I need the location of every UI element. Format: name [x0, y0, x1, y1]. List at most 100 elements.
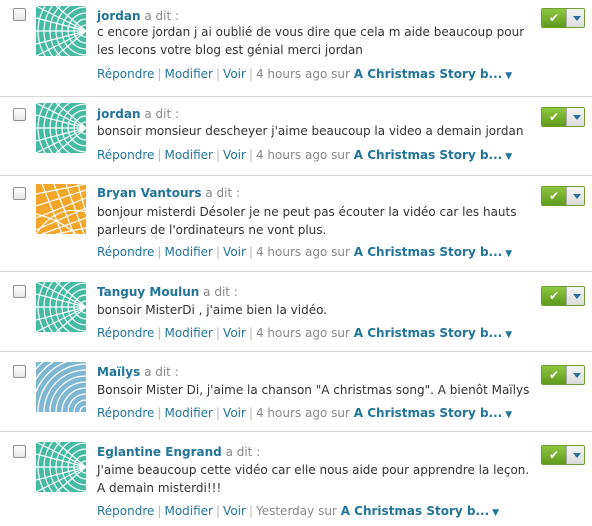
- comment-time: 4 hours ago: [255, 406, 328, 420]
- select-checkbox[interactable]: [13, 445, 26, 458]
- select-checkbox[interactable]: [13, 187, 26, 200]
- view-link[interactable]: Voir: [223, 406, 246, 420]
- select-checkbox[interactable]: [13, 365, 26, 378]
- on-label: sur: [331, 326, 350, 340]
- edit-link[interactable]: Modifier: [164, 406, 213, 420]
- comment-actions: Répondre | Modifier | Voir | Yesterday sur A C…: [97, 503, 499, 521]
- post-menu-chevron-icon[interactable]: ▼: [505, 152, 512, 162]
- approve-check-icon[interactable]: ✔: [542, 446, 566, 464]
- approve-check-icon[interactable]: ✔: [542, 187, 566, 205]
- approve-check-icon[interactable]: ✔: [542, 366, 566, 384]
- comment-time: Yesterday: [255, 504, 315, 518]
- comment-list: jordan a dit : c encore jordan j ai oubl…: [0, 0, 592, 526]
- approve-dropdown-chevron-icon[interactable]: [566, 187, 584, 205]
- view-link[interactable]: Voir: [223, 326, 246, 340]
- separator: |: [216, 245, 221, 259]
- on-label: sur: [331, 406, 350, 420]
- approve-control: ✔: [541, 286, 585, 306]
- post-menu-chevron-icon[interactable]: ▼: [505, 71, 512, 81]
- comment-text: Bonsoir Mister Di, j'aime la chanson "A …: [97, 383, 530, 397]
- comment-header: Maïlys a dit :: [97, 364, 179, 380]
- avatar-teal-pattern-icon[interactable]: [36, 6, 86, 56]
- select-checkbox[interactable]: [13, 8, 26, 21]
- post-link[interactable]: A Christmas Story b...: [354, 67, 502, 81]
- view-link[interactable]: Voir: [223, 67, 246, 81]
- approve-check-icon[interactable]: ✔: [542, 287, 566, 305]
- comment-time: 4 hours ago: [255, 148, 328, 162]
- comment-row: Maïlys a dit : Bonsoir Mister Di, j'aime…: [0, 352, 592, 432]
- said-label: a dit :: [225, 445, 261, 459]
- view-link[interactable]: Voir: [223, 504, 246, 518]
- reply-link[interactable]: Répondre: [97, 148, 154, 162]
- comment-text: bonsoir monsieur descheyer j'aime beauco…: [97, 124, 524, 138]
- avatar-orange-pattern-icon[interactable]: [36, 184, 86, 234]
- separator: |: [248, 148, 253, 162]
- separator: |: [248, 406, 253, 420]
- approve-control: ✔: [541, 445, 585, 465]
- separator: |: [216, 326, 221, 340]
- approve-check-icon[interactable]: ✔: [542, 9, 566, 27]
- separator: |: [248, 245, 253, 259]
- comment-author[interactable]: jordan: [97, 9, 141, 23]
- avatar-blue-pattern-icon[interactable]: [36, 362, 86, 412]
- separator: |: [216, 504, 221, 518]
- view-link[interactable]: Voir: [223, 148, 246, 162]
- comment-text: c encore jordan j ai oublié de vous dire…: [97, 25, 525, 57]
- avatar-teal-pattern-icon[interactable]: [36, 442, 86, 492]
- post-link[interactable]: A Christmas Story b...: [354, 245, 502, 259]
- post-link[interactable]: A Christmas Story b...: [354, 326, 502, 340]
- comment-author[interactable]: jordan: [97, 107, 141, 121]
- post-menu-chevron-icon[interactable]: ▼: [505, 330, 512, 340]
- approve-dropdown-chevron-icon[interactable]: [566, 287, 584, 305]
- separator: |: [157, 67, 162, 81]
- separator: |: [157, 326, 162, 340]
- comment-author[interactable]: Eglantine Engrand: [97, 445, 222, 459]
- post-link[interactable]: A Christmas Story b...: [354, 148, 502, 162]
- edit-link[interactable]: Modifier: [164, 148, 213, 162]
- comment-author[interactable]: Tanguy Moulun: [97, 285, 199, 299]
- separator: |: [157, 504, 162, 518]
- reply-link[interactable]: Répondre: [97, 326, 154, 340]
- comment-actions: Répondre | Modifier | Voir | 4 hours ago sur A…: [97, 147, 512, 165]
- comment-actions: Répondre | Modifier | Voir | 4 hours ago sur A…: [97, 405, 512, 423]
- comment-author[interactable]: Maïlys: [97, 365, 140, 379]
- post-link[interactable]: A Christmas Story b...: [354, 406, 502, 420]
- said-label: a dit :: [205, 186, 241, 200]
- approve-dropdown-chevron-icon[interactable]: [566, 366, 584, 384]
- select-checkbox[interactable]: [13, 108, 26, 121]
- reply-link[interactable]: Répondre: [97, 245, 154, 259]
- comment-header: Tanguy Moulun a dit :: [97, 284, 238, 300]
- comment-author[interactable]: Bryan Vantours: [97, 186, 202, 200]
- approve-control: ✔: [541, 365, 585, 385]
- approve-check-icon[interactable]: ✔: [542, 108, 566, 126]
- post-menu-chevron-icon[interactable]: ▼: [505, 249, 512, 259]
- edit-link[interactable]: Modifier: [164, 67, 213, 81]
- approve-dropdown-chevron-icon[interactable]: [566, 446, 584, 464]
- comment-row: jordan a dit : c encore jordan j ai oubl…: [0, 0, 592, 97]
- view-link[interactable]: Voir: [223, 245, 246, 259]
- comment-actions: Répondre | Modifier | Voir | 4 hours ago sur A…: [97, 325, 512, 343]
- comment-time: 4 hours ago: [255, 67, 328, 81]
- edit-link[interactable]: Modifier: [164, 504, 213, 518]
- post-menu-chevron-icon[interactable]: ▼: [492, 508, 499, 518]
- avatar-teal-pattern-icon[interactable]: [36, 282, 86, 332]
- separator: |: [248, 67, 253, 81]
- edit-link[interactable]: Modifier: [164, 245, 213, 259]
- reply-link[interactable]: Répondre: [97, 67, 154, 81]
- separator: |: [157, 245, 162, 259]
- reply-link[interactable]: Répondre: [97, 504, 154, 518]
- separator: |: [248, 504, 253, 518]
- approve-dropdown-chevron-icon[interactable]: [566, 9, 584, 27]
- on-label: sur: [331, 148, 350, 162]
- comment-header: jordan a dit :: [97, 106, 179, 122]
- post-menu-chevron-icon[interactable]: ▼: [505, 410, 512, 420]
- said-label: a dit :: [144, 365, 179, 379]
- edit-link[interactable]: Modifier: [164, 326, 213, 340]
- avatar-teal-pattern-icon[interactable]: [36, 103, 86, 153]
- comment-actions: Répondre | Modifier | Voir | 4 hours ago sur A…: [97, 244, 512, 262]
- select-checkbox[interactable]: [13, 285, 26, 298]
- reply-link[interactable]: Répondre: [97, 406, 154, 420]
- post-link[interactable]: A Christmas Story b...: [341, 504, 489, 518]
- approve-dropdown-chevron-icon[interactable]: [566, 108, 584, 126]
- comment-time: 4 hours ago: [255, 326, 328, 340]
